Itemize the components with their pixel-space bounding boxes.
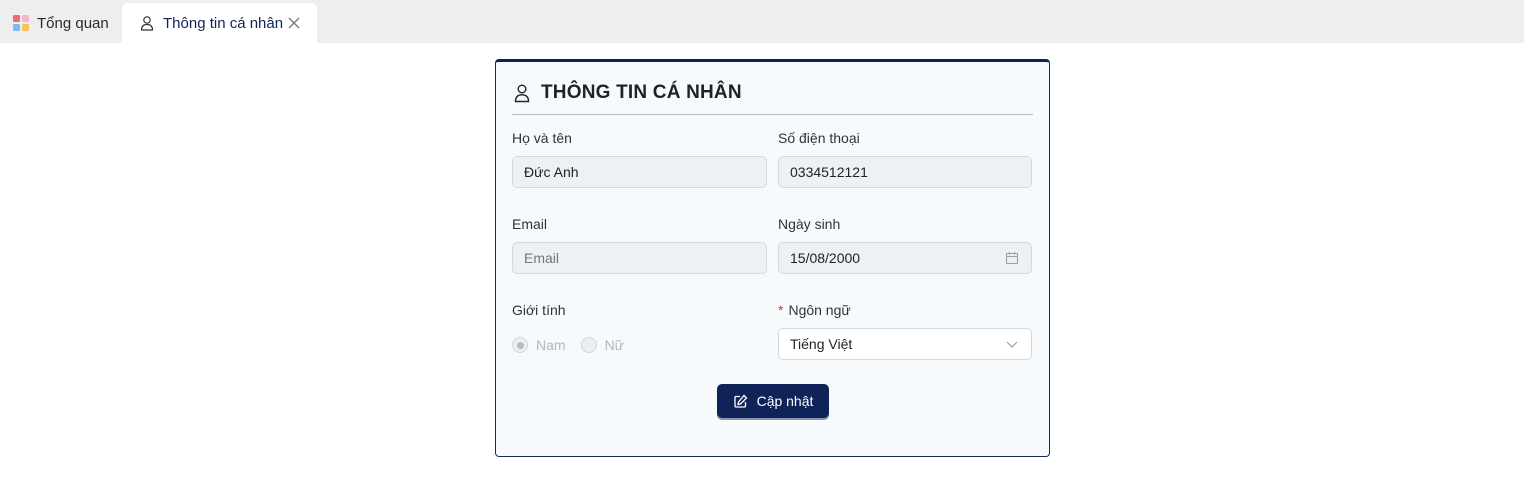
edit-icon (733, 394, 748, 409)
tab-overview[interactable]: Tổng quan (0, 3, 118, 43)
user-icon (512, 83, 532, 103)
close-icon[interactable] (287, 16, 301, 30)
user-icon (139, 15, 155, 31)
email-input[interactable] (524, 250, 766, 266)
radio-checked[interactable] (512, 337, 528, 353)
tab-personal-info[interactable]: Thông tin cá nhân (122, 3, 317, 43)
calendar-icon[interactable] (1005, 251, 1019, 265)
full-name-value: Đức Anh (524, 164, 579, 180)
chevron-down-icon (1005, 337, 1019, 351)
birthday-value: 15/08/2000 (790, 250, 861, 266)
language-label-text: Ngôn ngữ (788, 302, 851, 318)
gender-radio-group: Nam Nữ (512, 337, 639, 353)
email-label: Email (512, 216, 548, 232)
language-select[interactable]: Tiếng Việt (778, 328, 1032, 360)
tab-personal-info-label: Thông tin cá nhân (163, 14, 284, 32)
update-button[interactable]: Cập nhật (717, 384, 829, 418)
dashboard-grid-icon (13, 15, 29, 31)
update-button-label: Cập nhật (756, 393, 814, 409)
card-title: THÔNG TIN CÁ NHÂN (541, 82, 742, 103)
gender-option-female[interactable]: Nữ (580, 337, 625, 353)
phone-value: 0334512121 (790, 164, 868, 180)
phone-label: Số điện thoại (778, 130, 860, 146)
card-header: THÔNG TIN CÁ NHÂN (512, 82, 1033, 115)
phone-field[interactable]: 0334512121 (778, 156, 1032, 188)
gender-option-male[interactable]: Nam (512, 337, 566, 353)
birthday-field[interactable]: 15/08/2000 (778, 242, 1032, 274)
gender-option-male-label: Nam (536, 337, 566, 353)
radio-unchecked[interactable] (580, 337, 597, 353)
gender-label: Giới tính (512, 302, 566, 318)
gender-option-female-label: Nữ (604, 337, 625, 353)
required-mark: * (778, 302, 784, 318)
full-name-label: Họ và tên (512, 130, 572, 146)
personal-info-card: THÔNG TIN CÁ NHÂN Họ và tên Đức Anh Số đ… (495, 59, 1050, 457)
tab-overview-label: Tổng quan (37, 14, 109, 32)
full-name-field[interactable]: Đức Anh (512, 156, 767, 188)
birthday-label: Ngày sinh (778, 216, 841, 232)
language-value: Tiếng Việt (790, 336, 853, 352)
language-label: * Ngôn ngữ (778, 302, 851, 318)
email-field[interactable] (512, 242, 767, 274)
tab-bar: Tổng quan Thông tin cá nhân (0, 0, 1524, 43)
